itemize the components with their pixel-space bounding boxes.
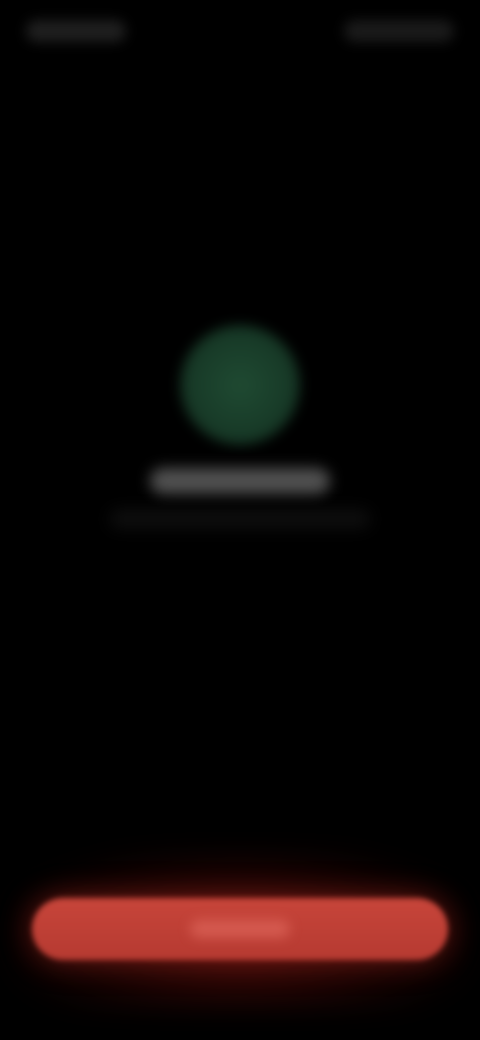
- end-call-label-blur: [190, 920, 290, 938]
- call-subtitle-text: [110, 510, 111, 511]
- contact-name-text: [150, 468, 151, 469]
- contact-avatar: [180, 325, 300, 445]
- call-screen: [0, 0, 480, 1040]
- contact-name: [150, 468, 330, 494]
- call-subtitle: [110, 510, 370, 528]
- avatar-icon: [180, 325, 300, 445]
